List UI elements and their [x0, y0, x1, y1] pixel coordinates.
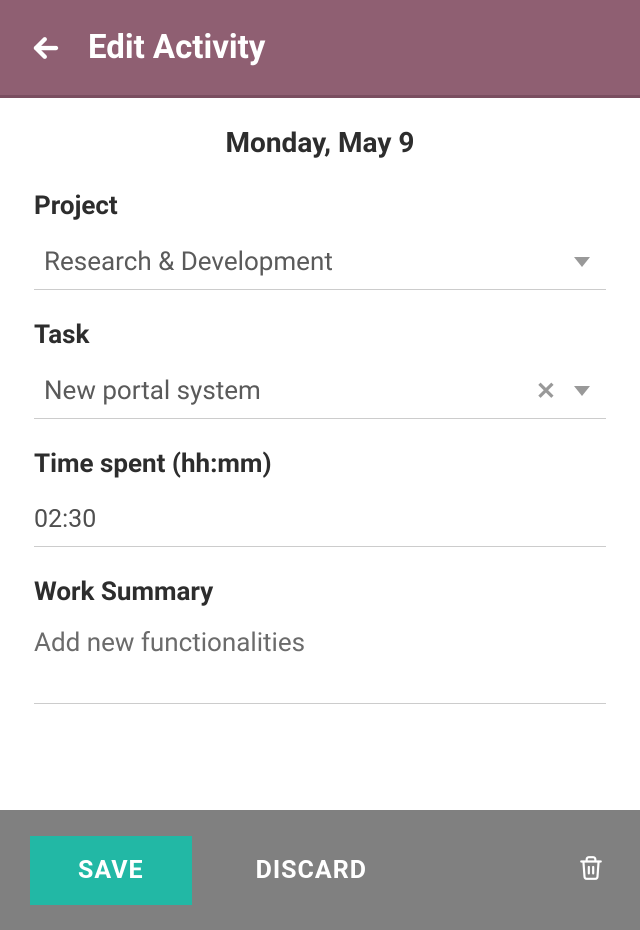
summary-field-group: Work Summary Add new functionalities: [34, 577, 606, 704]
project-select[interactable]: Research & Development: [34, 239, 606, 290]
chevron-down-icon[interactable]: [574, 386, 590, 396]
footer-toolbar: SAVE DISCARD: [0, 810, 640, 930]
date-heading: Monday, May 9: [34, 126, 606, 159]
task-field-group: Task New portal system ✕: [34, 320, 606, 419]
task-select[interactable]: New portal system ✕: [34, 368, 606, 419]
task-value: New portal system: [44, 376, 526, 406]
page-title: Edit Activity: [88, 28, 265, 67]
project-value: Research & Development: [44, 247, 566, 277]
close-icon[interactable]: ✕: [526, 377, 566, 405]
summary-label: Work Summary: [34, 577, 606, 607]
time-label: Time spent (hh:mm): [34, 449, 606, 479]
summary-input[interactable]: Add new functionalities: [34, 625, 606, 704]
chevron-down-icon[interactable]: [574, 257, 590, 267]
trash-icon[interactable]: [572, 848, 610, 892]
form-content: Monday, May 9 Project Research & Develop…: [0, 98, 640, 810]
time-input[interactable]: [34, 497, 606, 547]
back-arrow-icon[interactable]: [28, 30, 64, 66]
app-header: Edit Activity: [0, 0, 640, 98]
save-button[interactable]: SAVE: [30, 836, 192, 905]
task-label: Task: [34, 320, 606, 350]
discard-button[interactable]: DISCARD: [256, 836, 367, 905]
project-field-group: Project Research & Development: [34, 191, 606, 290]
time-field-group: Time spent (hh:mm): [34, 449, 606, 547]
project-label: Project: [34, 191, 606, 221]
